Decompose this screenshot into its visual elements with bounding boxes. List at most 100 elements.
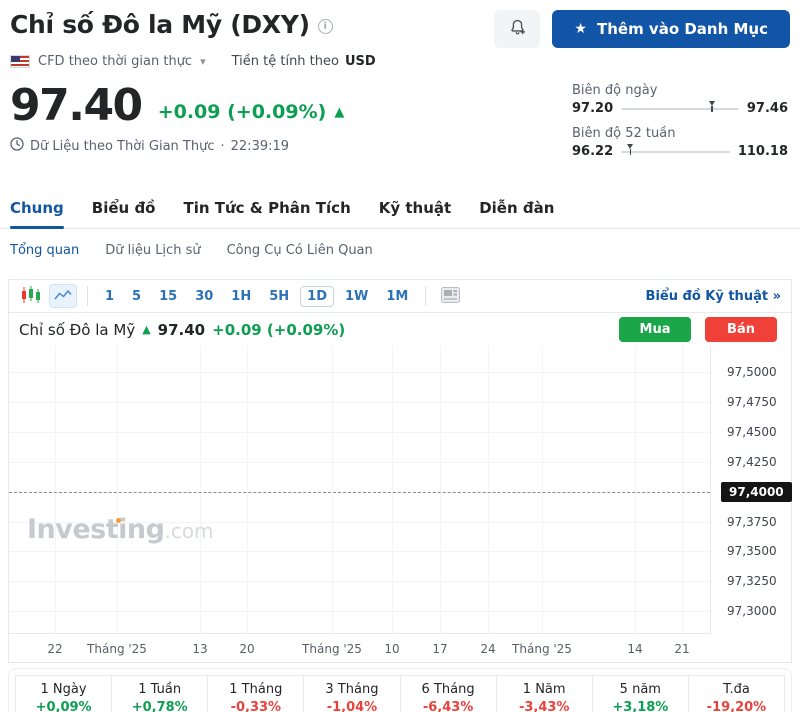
x-axis-label: 20 [239,642,254,656]
x-axis-label: 24 [480,642,495,656]
timeframe-1m[interactable]: 1M [379,286,415,307]
x-axis-label: 22 [47,642,62,656]
realtime-row: Dữ Liệu theo Thời Gian Thực · 22:39:19 [10,137,344,155]
perf-value: -3,43% [497,699,592,712]
y-axis-label: 97,4250 [727,455,777,469]
chart-plot-area[interactable]: Investing .com [9,346,711,634]
tab-chung[interactable]: Chung [10,199,64,228]
y-axis-label: 97,3500 [727,544,777,558]
gridline [9,402,710,403]
quote-section: 97.40 +0.09 (+0.09%) ▲ Dữ Liệu theo Thời… [0,69,800,169]
timeframe-1[interactable]: 1 [98,286,121,307]
line-chart-button[interactable] [49,284,77,308]
gridline [55,346,56,633]
x-axis[interactable]: 22 Tháng '25 13 20 Tháng '25 10 17 24 Th… [9,638,711,660]
timeframe-1d[interactable]: 1D [300,286,334,307]
tab-dien-dan[interactable]: Diễn đàn [479,199,554,228]
chart-legend: Chỉ số Đô la Mỹ ▲ 97.40 +0.09 (+0.09%) M… [9,313,791,346]
day-range-label: Biên độ ngày [572,83,788,98]
perf-cell-1-week[interactable]: 1 Tuần +0,78% [112,676,208,712]
timeframe-15[interactable]: 15 [152,286,184,307]
current-price-line [9,492,710,493]
perf-cell-max[interactable]: T.đa -19,20% [689,676,784,712]
perf-cell-3-months[interactable]: 3 Tháng -1,04% [304,676,400,712]
day-range-low: 97.20 [572,101,613,116]
caret-down-icon[interactable]: ▾ [200,55,206,68]
gridline [9,462,710,463]
perf-label: 3 Tháng [304,681,399,699]
subtab-tong-quan[interactable]: Tổng quan [10,243,79,258]
legend-change: +0.09 (+0.09%) [212,321,345,339]
week52-range-high: 110.18 [738,144,788,159]
gridline [682,346,683,633]
chart-panel: 1 5 15 30 1H 5H 1D 1W 1M [8,279,792,663]
x-axis-label: 17 [432,642,447,656]
day-range-track [621,108,739,110]
tab-tin-tuc-phan-tich[interactable]: Tin Tức & Phân Tích [184,199,351,228]
technical-chart-link[interactable]: Biểu đồ Kỹ thuật » [646,289,781,304]
chevrons-right-icon: » [773,289,781,304]
timeframe-1w[interactable]: 1W [338,286,375,307]
perf-cell-1-month[interactable]: 1 Tháng -0,33% [208,676,304,712]
perf-label: 5 năm [593,681,688,699]
week52-range-track [621,151,730,153]
instrument-type-label[interactable]: CFD theo thời gian thực [38,54,192,69]
timeframe-5h[interactable]: 5H [262,286,296,307]
gridline [332,346,333,633]
x-axis-label: Tháng '25 [87,642,147,656]
week52-range-low: 96.22 [572,144,613,159]
sell-button[interactable]: Bán [705,317,777,342]
perf-label: 1 Ngày [16,681,111,699]
news-events-button[interactable] [436,284,464,308]
perf-label: 1 Tuần [112,681,207,699]
buy-button[interactable]: Mua [619,317,691,342]
us-flag-icon [10,55,30,68]
perf-cell-1-year[interactable]: 1 Năm -3,43% [497,676,593,712]
perf-label: T.đa [689,681,784,699]
timeframe-30[interactable]: 30 [188,286,220,307]
bell-plus-icon [508,18,527,40]
x-axis-label: Tháng '25 [302,642,362,656]
star-icon: ★ [574,22,587,36]
day-range-high: 97.46 [747,101,788,116]
y-axis-label: 97,3750 [727,515,777,529]
gridline [9,372,710,373]
page-title: Chỉ số Đô la Mỹ (DXY) [10,10,310,39]
current-price-badge: 97,4000 [721,482,792,502]
legend-up-arrow-icon: ▲ [142,323,150,336]
header: Chỉ số Đô la Mỹ (DXY) i ★ Thêm vào Danh … [0,0,800,48]
perf-value: +3,18% [593,699,688,712]
perf-value: -1,04% [304,699,399,712]
add-to-portfolio-button[interactable]: ★ Thêm vào Danh Mục [552,10,790,48]
perf-cell-6-months[interactable]: 6 Tháng -6,43% [401,676,497,712]
gridline [9,551,710,552]
tab-ky-thuat[interactable]: Kỹ thuật [379,199,451,228]
chart-toolbar: 1 5 15 30 1H 5H 1D 1W 1M [9,280,791,313]
timeframe-5[interactable]: 5 [125,286,148,307]
currency-label: Tiền tệ tính theo [232,54,339,69]
subtab-cong-cu-lien-quan[interactable]: Công Cụ Có Liên Quan [227,243,373,258]
week52-range-label: Biên độ 52 tuần [572,126,788,141]
gridline [488,346,489,633]
candlestick-chart-button[interactable] [17,284,45,308]
perf-cell-1-day[interactable]: 1 Ngày +0,09% [16,676,112,712]
y-axis[interactable]: 97,5000 97,4750 97,4500 97,4250 97,4000 … [711,346,791,634]
sub-tabs: Tổng quan Dữ liệu Lịch sử Công Cụ Có Liê… [0,229,800,271]
tab-bieu-do[interactable]: Biểu đồ [92,199,156,228]
perf-label: 6 Tháng [401,681,496,699]
x-axis-label: 13 [192,642,207,656]
info-icon[interactable]: i [318,19,333,34]
perf-value: +0,09% [16,699,111,712]
x-axis-label: 14 [627,642,642,656]
currency-value: USD [345,54,376,69]
timeframe-1h[interactable]: 1H [224,286,258,307]
subtab-du-lieu-lich-su[interactable]: Dữ liệu Lịch sử [105,243,200,258]
y-axis-label: 97,3000 [727,604,777,618]
watermark-dot [116,518,121,523]
perf-cell-5-years[interactable]: 5 năm +3,18% [593,676,689,712]
legend-name: Chỉ số Đô la Mỹ [19,321,135,339]
perf-label: 1 Năm [497,681,592,699]
perf-value: -6,43% [401,699,496,712]
gridline [542,346,543,633]
create-alert-button[interactable] [494,10,540,48]
